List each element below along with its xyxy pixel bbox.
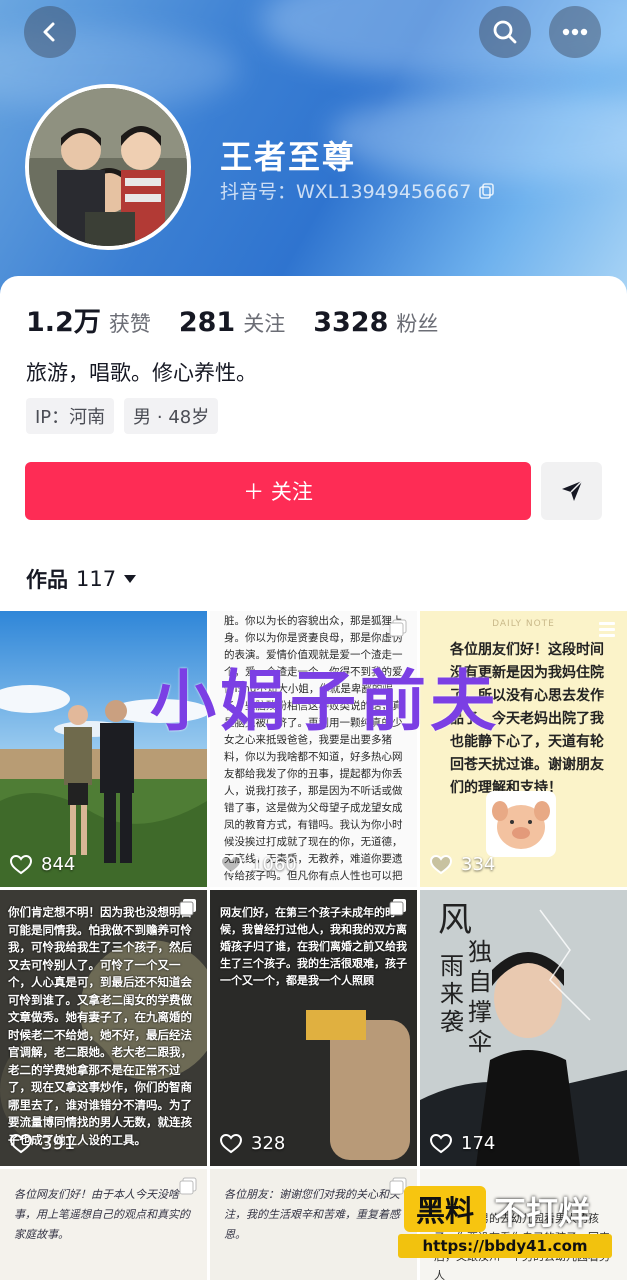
tile-text: 网友们好，在第三个孩子未成年的时候，我曾经打过他人，我和我的双方离婚孩子归了谁，…: [220, 906, 407, 987]
following-count[interactable]: 281: [179, 307, 235, 338]
likes-count[interactable]: 1.2万: [26, 300, 101, 339]
heart-icon: [430, 1133, 452, 1153]
tile-text: 各位网友们好！由于本人今天没啥事，用上笔遥想自己的观点和真实的家庭故事。: [14, 1188, 190, 1241]
heart-icon: [10, 854, 32, 874]
gender-age-tag: 男 · 48岁: [124, 398, 219, 434]
more-button[interactable]: [549, 6, 601, 58]
like-count: 1060: [220, 854, 297, 875]
video-tile-4[interactable]: 你们肯定想不明！因为我也没想明白可能是同情我。怕我做不到赡养可怜我，可怜我给我生…: [0, 890, 207, 1166]
avatar[interactable]: [25, 84, 191, 250]
copy-icon[interactable]: [479, 182, 495, 199]
multi-image-icon: [599, 622, 615, 637]
ip-location-tag: IP：河南: [26, 398, 115, 434]
profile-stats: 1.2万 获赞 281 关注 3328 粉丝: [26, 300, 466, 339]
like-count: 334: [430, 854, 495, 875]
video-tile-7[interactable]: 各位网友们好！由于本人今天没啥事，用上笔遥想自己的观点和真实的家庭故事。: [0, 1169, 207, 1280]
works-count: 117: [76, 567, 117, 591]
works-label: 作品: [26, 568, 68, 592]
douyin-id-text: 抖音号：WXL13949456667: [220, 181, 472, 203]
follow-button-label: ＋ 关注: [243, 480, 313, 504]
multi-image-icon: [389, 619, 407, 637]
followers-count[interactable]: 3328: [313, 307, 388, 338]
heart-icon: [430, 854, 452, 874]
cartoon-pig-sticker: [486, 791, 556, 857]
like-count-value: 328: [251, 1133, 286, 1154]
watermark-brand-text: 不打烊: [494, 1194, 591, 1232]
like-count-value: 391: [41, 1133, 76, 1154]
multi-image-icon: [389, 899, 406, 916]
like-count: 174: [430, 1133, 495, 1154]
caret-down-icon: [124, 575, 137, 583]
more-dots-icon: [562, 28, 588, 36]
daily-note-label: DAILY NOTE: [492, 619, 555, 629]
follow-button[interactable]: ＋ 关注: [25, 462, 531, 520]
search-button[interactable]: [479, 6, 531, 58]
heart-icon: [220, 1133, 242, 1153]
back-button[interactable]: [24, 6, 76, 58]
like-count-value: 334: [461, 854, 496, 875]
like-count-value: 174: [461, 1133, 496, 1154]
tile-text: 各位朋友：谢谢您们对我的关心和关注，我的生活艰辛和苦难，重复着感恩。: [224, 1188, 400, 1241]
likes-label: 获赞: [108, 312, 151, 336]
watermark: 黑料 不打烊 https://bbdy41.com: [398, 1186, 620, 1262]
share-button[interactable]: [541, 462, 602, 520]
tile-text: 你们肯定想不明！因为我也没想明白可能是同情我。怕我做不到赡养可怜我，可怜我给我生…: [8, 905, 192, 1147]
watermark-url: https://bbdy41.com: [398, 1234, 612, 1258]
watermark-brand-box: 黑料: [404, 1186, 486, 1232]
heart-icon: [10, 1133, 32, 1153]
like-count: 391: [10, 1133, 75, 1154]
poem-char: 袭: [440, 1008, 464, 1036]
douyin-id[interactable]: 抖音号：WXL13949456667: [220, 177, 495, 204]
poem-char: 伞: [468, 1028, 492, 1056]
like-count-value: 844: [41, 854, 76, 875]
search-icon: [493, 20, 517, 44]
multi-image-icon: [179, 899, 196, 916]
avatar-photo: [29, 88, 187, 246]
following-label: 关注: [243, 312, 286, 336]
overlay-caption: 小娟子前夫: [150, 663, 500, 740]
video-tile-8[interactable]: 各位朋友：谢谢您们对我的关心和关注，我的生活艰辛和苦难，重复着感恩。: [210, 1169, 417, 1280]
like-count: 328: [220, 1133, 285, 1154]
followers-label: 粉丝: [396, 312, 439, 336]
video-tile-5[interactable]: 网友们好，在第三个孩子未成年的时候，我曾经打过他人，我和我的双方离婚孩子归了谁，…: [210, 890, 417, 1166]
send-icon: [561, 480, 583, 501]
profile-tags: IP：河南 男 · 48岁: [26, 398, 219, 434]
chevron-left-icon: [43, 22, 55, 42]
multi-image-icon: [179, 1177, 197, 1195]
works-tab[interactable]: 作品 117: [26, 564, 137, 594]
profile-username: 王者至尊: [220, 138, 357, 176]
like-count-value: 1060: [251, 854, 297, 875]
like-count: 844: [10, 854, 75, 875]
profile-bio: 旅游，唱歌。修心养性。: [26, 361, 257, 385]
heart-icon: [220, 854, 242, 874]
poem-char: 风: [438, 900, 472, 940]
video-tile-6[interactable]: 风 雨 独 来 自 袭 撑 伞 174: [420, 890, 627, 1166]
